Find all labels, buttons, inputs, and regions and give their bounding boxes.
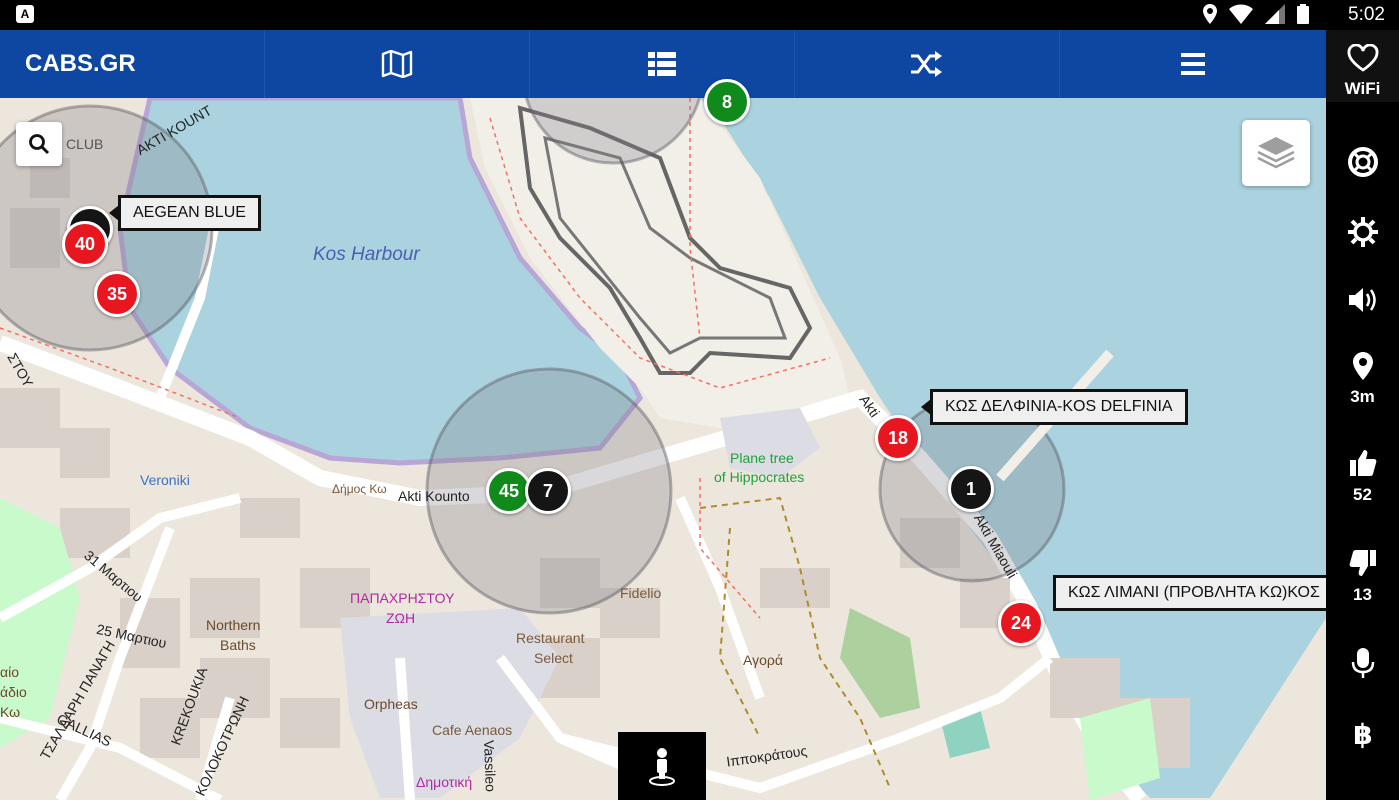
system-icons — [1203, 4, 1309, 24]
label-vassileos: Vassileo — [481, 739, 499, 793]
settings-button[interactable] — [1326, 216, 1399, 253]
map-search-button[interactable] — [16, 122, 62, 166]
taxi-callout[interactable]: ΚΩΣ ΛΙΜΑΝΙ (ΠΡΟΒΛΗΤΑ ΚΩ)ΚΟΣ — [1053, 575, 1326, 611]
label-plane-tree: Plane tree — [730, 450, 794, 466]
map-icon — [381, 50, 413, 78]
distance-button[interactable]: 3m — [1326, 352, 1399, 407]
label-select: Select — [534, 650, 573, 666]
bitcoin-icon: ฿ — [1353, 718, 1372, 751]
tab-shuffle[interactable] — [795, 30, 1060, 98]
label-akti-kountouriotou: Akti Kounto — [398, 488, 470, 504]
label-archaio: αίο — [0, 664, 19, 680]
label-dimotiki: Δημοτική — [416, 774, 473, 790]
label-agora: Αγορά — [743, 652, 783, 668]
notification-icon: A — [16, 5, 34, 23]
label-baths: Baths — [220, 637, 256, 653]
distance-label: 3m — [1350, 387, 1375, 406]
status-bar: A 5:02 — [0, 0, 1399, 30]
status-time: 5:02 — [1348, 4, 1385, 25]
label-cafe-aenaos: Cafe Aenaos — [432, 722, 513, 738]
support-button[interactable] — [1326, 146, 1399, 183]
voice-button[interactable] — [1326, 648, 1399, 685]
wifi-status-icon — [1229, 4, 1253, 24]
signal-status-icon — [1265, 4, 1285, 24]
taxi-marker[interactable]: 1 — [948, 466, 994, 512]
tab-list[interactable] — [530, 30, 795, 98]
speaker-icon — [1348, 288, 1376, 312]
like-button[interactable]: 52 — [1326, 448, 1399, 505]
label-stadio: άδιο — [0, 684, 27, 700]
taxi-marker[interactable]: 8 — [704, 79, 750, 125]
location-status-icon — [1203, 4, 1217, 24]
battery-status-icon — [1297, 4, 1309, 24]
label-ko: Κω — [0, 704, 21, 720]
location-pin-icon — [1352, 352, 1373, 380]
gear-icon — [1347, 217, 1378, 247]
heart-icon — [1347, 43, 1378, 72]
label-papachristou: ΠΑΠΑΧΡΗΣΤΟΥ — [350, 590, 455, 606]
list-icon — [648, 52, 676, 76]
label-hippocrates: of Hippocrates — [714, 469, 805, 485]
app-brand: CABS.GR — [0, 30, 265, 98]
right-rail: WiFi 3m 52 13 ฿ — [1326, 30, 1399, 800]
map-layers-button[interactable] — [1242, 120, 1310, 186]
tab-menu[interactable] — [1060, 30, 1326, 98]
search-icon — [29, 134, 50, 155]
app-bar: CABS.GR — [0, 30, 1326, 98]
svg-text:฿: ฿ — [1353, 718, 1372, 750]
thumbs-up-icon — [1349, 450, 1376, 476]
microphone-icon — [1351, 648, 1374, 678]
likes-count: 52 — [1353, 485, 1372, 504]
taxi-marker[interactable]: 35 — [94, 271, 140, 317]
wifi-favorite-button[interactable]: WiFi — [1326, 30, 1399, 102]
taxi-callout[interactable]: ΚΩΣ ΔΕΛΦΙΝΙΑ-KOS DELFINIA — [921, 389, 1188, 425]
label-northern: Northern — [206, 617, 261, 633]
my-location-button[interactable] — [618, 732, 706, 800]
label-dimos-ko: Δήμος Κω — [332, 482, 387, 496]
layers-icon — [1257, 137, 1295, 169]
sound-button[interactable] — [1326, 286, 1399, 319]
label-orpheas: Orpheas — [364, 696, 418, 712]
person-pin-icon — [649, 748, 675, 786]
menu-icon — [1181, 53, 1205, 75]
label-zoi: ΖΩΗ — [386, 610, 416, 626]
taxi-marker[interactable]: 7 — [525, 468, 571, 514]
bitcoin-button[interactable]: ฿ — [1326, 718, 1399, 755]
dislike-button[interactable]: 13 — [1326, 548, 1399, 605]
label-kos-harbour: Kos Harbour — [313, 244, 420, 265]
taxi-marker[interactable]: 24 — [998, 600, 1044, 646]
label-veroniki: Veroniki — [140, 472, 190, 488]
label-fidelio: Fidelio — [620, 585, 662, 601]
lifebuoy-icon — [1347, 147, 1378, 177]
label-club: CLUB — [66, 136, 104, 152]
shuffle-icon — [911, 51, 942, 77]
label-restaurant: Restaurant — [516, 630, 585, 646]
taxi-marker[interactable]: 40 — [62, 221, 108, 267]
dislikes-count: 13 — [1353, 585, 1372, 604]
thumbs-down-icon — [1349, 550, 1376, 576]
taxi-marker[interactable]: 18 — [875, 415, 921, 461]
tab-map[interactable] — [265, 30, 530, 98]
taxi-callout[interactable]: AEGEAN BLUE — [109, 195, 261, 231]
wifi-label: WiFi — [1344, 79, 1381, 98]
